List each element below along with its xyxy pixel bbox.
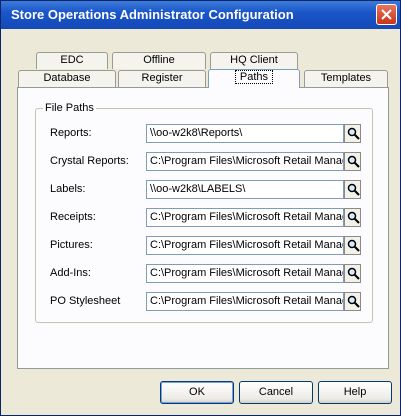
title-bar[interactable]: Store Operations Administrator Configura…: [1, 1, 400, 29]
reports-label: Reports:: [50, 127, 92, 139]
reports-path-field[interactable]: \\oo-w2k8\Reports\: [146, 124, 344, 143]
labels-path-field[interactable]: \\oo-w2k8\LABELS\: [146, 180, 344, 199]
pictures-browse-button[interactable]: [344, 236, 361, 255]
magnifier-icon: [347, 183, 360, 196]
tab-offline[interactable]: Offline: [112, 52, 206, 69]
tab-register[interactable]: Register: [118, 70, 206, 87]
config-dialog: Store Operations Administrator Configura…: [0, 0, 401, 416]
magnifier-icon: [347, 267, 360, 280]
crystal-reports-path-field[interactable]: C:\Program Files\Microsoft Retail Manag: [146, 152, 344, 171]
tab-label: HQ Client: [230, 54, 278, 66]
labels-browse-button[interactable]: [344, 180, 361, 199]
magnifier-icon: [347, 155, 360, 168]
tab-label: Database: [43, 72, 91, 84]
labels-label: Labels:: [50, 183, 86, 195]
magnifier-icon: [347, 295, 360, 308]
crystal-reports-label: Crystal Reports:: [50, 155, 129, 167]
pictures-path-field[interactable]: C:\Program Files\Microsoft Retail Manag: [146, 236, 344, 255]
pictures-label: Pictures:: [50, 239, 93, 251]
receipts-label: Receipts:: [50, 211, 96, 223]
po-stylesheet-path-field[interactable]: C:\Program Files\Microsoft Retail Manag: [146, 292, 344, 311]
receipts-browse-button[interactable]: [344, 208, 361, 227]
crystal-reports-browse-button[interactable]: [344, 152, 361, 171]
ok-button[interactable]: OK: [160, 381, 234, 404]
magnifier-icon: [347, 239, 360, 252]
cancel-button[interactable]: Cancel: [239, 381, 313, 404]
tab-label: Register: [141, 72, 183, 84]
add-ins-browse-button[interactable]: [344, 264, 361, 283]
add-ins-label: Add-Ins:: [50, 267, 91, 279]
add-ins-path-field[interactable]: C:\Program Files\Microsoft Retail Manag: [146, 264, 344, 283]
tab-paths[interactable]: Paths: [208, 69, 300, 88]
group-title: File Paths: [43, 102, 96, 114]
tab-label: EDC: [60, 54, 84, 66]
reports-browse-button[interactable]: [344, 124, 361, 143]
tab-label: Offline: [143, 54, 175, 66]
po-stylesheet-browse-button[interactable]: [344, 292, 361, 311]
close-button[interactable]: [376, 4, 397, 25]
magnifier-icon: [347, 127, 360, 140]
po-stylesheet-label: PO Stylesheet: [50, 295, 121, 307]
help-button[interactable]: Help: [318, 381, 392, 404]
tab-hq-client[interactable]: HQ Client: [210, 52, 298, 69]
tab-label: Paths: [234, 70, 274, 84]
magnifier-icon: [347, 211, 360, 224]
tab-database[interactable]: Database: [18, 70, 116, 87]
tab-label: Templates: [320, 72, 372, 84]
window-title: Store Operations Administrator Configura…: [11, 7, 294, 22]
tab-edc[interactable]: EDC: [36, 52, 108, 69]
close-icon: [381, 9, 392, 20]
receipts-path-field[interactable]: C:\Program Files\Microsoft Retail Manag: [146, 208, 344, 227]
tab-templates[interactable]: Templates: [304, 70, 388, 87]
